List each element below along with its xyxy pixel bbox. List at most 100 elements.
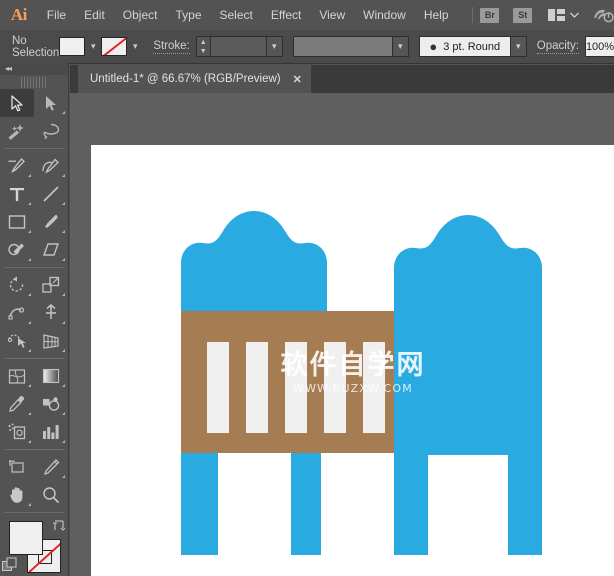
rail-slat-3[interactable] — [285, 342, 307, 433]
rail-slat-2[interactable] — [246, 342, 268, 433]
stroke-weight-input[interactable] — [211, 36, 267, 57]
zoom-tool[interactable] — [34, 481, 68, 509]
left-headboard[interactable] — [181, 211, 327, 312]
menu-window[interactable]: Window — [354, 0, 415, 30]
stroke-weight-control[interactable]: ▲ ▼ ▾ — [196, 36, 283, 57]
stock-button[interactable]: St — [513, 8, 532, 23]
mesh-tool[interactable] — [0, 362, 34, 390]
baby-crib-illustration[interactable] — [91, 145, 614, 576]
swap-fill-stroke-icon[interactable] — [52, 519, 65, 532]
opacity-label[interactable]: Opacity: — [537, 40, 579, 54]
type-tool[interactable] — [0, 180, 34, 208]
tools-panel-header[interactable]: ◂◂ — [0, 62, 68, 75]
width-tool[interactable] — [0, 299, 34, 327]
brush-definition-control[interactable]: ● 3 pt. Round ▾ — [419, 36, 527, 57]
canvas-area[interactable]: 软件自学网 WWW.RUZXW.COM — [70, 93, 614, 576]
brush-definition-chevron-down-icon[interactable]: ▾ — [511, 36, 527, 57]
shaper-tool-icon — [8, 241, 26, 259]
shaper-tool[interactable] — [0, 236, 34, 264]
stroke-chevron-down-icon[interactable]: ▾ — [127, 37, 143, 56]
close-icon[interactable]: ✕ — [293, 73, 302, 86]
variable-width-input[interactable] — [293, 36, 393, 57]
slice-tool[interactable] — [34, 453, 68, 481]
eraser-tool-icon — [42, 242, 60, 258]
artboard-tool-icon — [8, 459, 26, 476]
selection-tool[interactable] — [0, 89, 34, 117]
rail-slat-4[interactable] — [324, 342, 346, 433]
leg-back-right[interactable] — [291, 445, 321, 555]
workspace-switcher-icon — [548, 9, 565, 21]
direct-selection-tool[interactable] — [34, 89, 68, 117]
stepper-up-icon[interactable]: ▲ — [197, 38, 210, 47]
stroke-weight-chevron-down-icon[interactable]: ▾ — [267, 36, 283, 57]
leg-front-left[interactable] — [394, 445, 428, 555]
eraser-tool[interactable] — [34, 236, 68, 264]
bridge-button[interactable]: Br — [480, 8, 499, 23]
tools-panel-grip[interactable] — [21, 77, 47, 88]
fill-chevron-down-icon[interactable]: ▾ — [85, 37, 101, 56]
line-segment-tool[interactable] — [34, 180, 68, 208]
artboard[interactable]: 软件自学网 WWW.RUZXW.COM — [91, 145, 614, 576]
rotate-tool[interactable] — [0, 271, 34, 299]
stepper-down-icon[interactable]: ▼ — [197, 47, 210, 56]
lasso-tool-icon — [42, 123, 60, 140]
brush-definition-value[interactable]: ● 3 pt. Round — [419, 36, 511, 57]
menu-object[interactable]: Object — [114, 0, 167, 30]
paintbrush-tool[interactable] — [34, 208, 68, 236]
control-bar: No Selection ▾ ▾ Stroke: ▲ ▼ ▾ ▾ ● 3 pt. — [0, 30, 614, 64]
menu-effect[interactable]: Effect — [262, 0, 310, 30]
creative-cloud-icon[interactable] — [593, 6, 614, 24]
rail-slat-1[interactable] — [207, 342, 229, 433]
shape-builder-tool[interactable] — [0, 327, 34, 355]
menu-view[interactable]: View — [310, 0, 354, 30]
stroke-swatch-none-icon[interactable] — [101, 37, 127, 56]
curvature-tool[interactable] — [34, 152, 68, 180]
symbol-sprayer-tool[interactable] — [0, 418, 34, 446]
stroke-weight-label[interactable]: Stroke: — [153, 40, 189, 54]
rectangle-tool[interactable] — [0, 208, 34, 236]
blend-tool[interactable] — [34, 390, 68, 418]
gradient-tool[interactable] — [34, 362, 68, 390]
perspective-grid-tool[interactable] — [34, 327, 68, 355]
collapse-panel-icon[interactable]: ◂◂ — [5, 64, 11, 73]
tools-panel: ◂◂ — [0, 62, 69, 576]
stroke-weight-stepper[interactable]: ▲ ▼ — [196, 36, 211, 57]
free-transform-tool-icon — [42, 304, 60, 322]
menu-file[interactable]: File — [38, 0, 75, 30]
document-tab[interactable]: Untitled-1* @ 66.67% (RGB/Preview) ✕ — [78, 65, 311, 93]
fill-indicator[interactable] — [9, 521, 43, 555]
menu-select[interactable]: Select — [211, 0, 262, 30]
opacity-input[interactable]: 100% — [585, 36, 614, 57]
leg-back-left[interactable] — [181, 445, 218, 555]
variable-width-chevron-down-icon[interactable]: ▾ — [393, 36, 409, 57]
tool-divider — [5, 148, 65, 149]
pen-tool-icon — [8, 157, 26, 175]
stroke-color-control[interactable]: ▾ — [101, 37, 143, 56]
rail-slat-5[interactable] — [363, 342, 385, 433]
eyedropper-tool[interactable] — [0, 390, 34, 418]
right-headboard[interactable] — [394, 215, 542, 455]
menu-bar: Ai File Edit Object Type Select Effect V… — [0, 0, 614, 30]
magic-wand-tool[interactable] — [0, 117, 34, 145]
brush-dot-icon: ● — [429, 40, 437, 53]
fill-swatch[interactable] — [59, 37, 85, 56]
free-transform-tool[interactable] — [34, 299, 68, 327]
column-graph-tool[interactable] — [34, 418, 68, 446]
pen-tool[interactable] — [0, 152, 34, 180]
tool-divider — [4, 512, 64, 513]
fill-control[interactable]: ▾ — [59, 37, 101, 56]
variable-width-control[interactable]: ▾ — [293, 36, 409, 57]
paintbrush-tool-icon — [42, 213, 60, 231]
lasso-tool[interactable] — [34, 117, 68, 145]
menu-type[interactable]: Type — [166, 0, 210, 30]
scale-tool[interactable] — [34, 271, 68, 299]
menu-divider — [472, 7, 473, 23]
menu-edit[interactable]: Edit — [75, 0, 114, 30]
leg-front-right[interactable] — [508, 445, 542, 555]
line-segment-tool-icon — [42, 185, 60, 203]
default-fill-stroke-icon[interactable] — [2, 557, 17, 572]
menu-help[interactable]: Help — [415, 0, 458, 30]
workspace-switcher[interactable] — [548, 9, 579, 21]
hand-tool[interactable] — [0, 481, 34, 509]
artboard-tool[interactable] — [0, 453, 34, 481]
